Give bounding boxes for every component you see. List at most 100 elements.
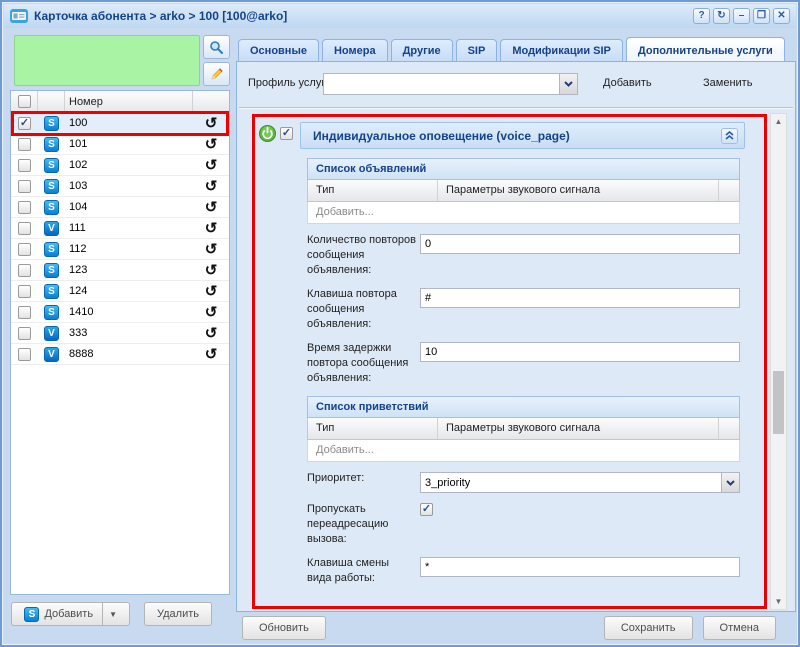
search-text-area[interactable]	[14, 35, 200, 86]
history-icon[interactable]: ↺	[193, 284, 229, 299]
list-item[interactable]: ✓S112↺	[11, 239, 229, 260]
row-checkbox[interactable]: ✓	[18, 243, 31, 256]
tab-основные[interactable]: Основные	[238, 39, 319, 62]
help-button[interactable]: ?	[693, 8, 710, 24]
row-checkbox[interactable]: ✓	[18, 222, 31, 235]
tab-модификации-sip[interactable]: Модификации SIP	[500, 39, 623, 62]
list-item[interactable]: ✓S100↺	[11, 113, 229, 134]
subscriber-rows: ✓S100↺✓S101↺✓S102↺✓S103↺✓S104↺✓V111↺✓S11…	[11, 113, 229, 365]
tab-номера[interactable]: Номера	[322, 39, 388, 62]
params-column: Параметры звукового сигнала	[438, 418, 719, 439]
vertical-scrollbar[interactable]: ▲ ▼	[770, 113, 787, 610]
repeat-key-input[interactable]	[420, 288, 740, 308]
list-item[interactable]: ✓S102↺	[11, 155, 229, 176]
work-mode-key-field: Клавиша смены вида работы:	[307, 556, 740, 586]
refresh-button[interactable]: Обновить	[242, 616, 326, 640]
profile-combobox-input[interactable]	[324, 74, 559, 94]
list-item[interactable]: ✓S103↺	[11, 176, 229, 197]
row-checkbox[interactable]: ✓	[18, 264, 31, 277]
subscriber-list: Номер ✓S100↺✓S101↺✓S102↺✓S103↺✓S104↺✓V11…	[10, 90, 230, 595]
repeat-count-input[interactable]	[420, 234, 740, 254]
greetings-add-row[interactable]: Добавить...	[307, 440, 740, 462]
list-item[interactable]: ✓S124↺	[11, 281, 229, 302]
history-icon[interactable]: ↺	[193, 221, 229, 236]
type-column-header[interactable]	[38, 91, 65, 112]
list-item[interactable]: ✓S104↺	[11, 197, 229, 218]
row-checkbox[interactable]: ✓	[18, 138, 31, 151]
search-button[interactable]	[203, 35, 230, 59]
history-column-header[interactable]	[193, 91, 229, 112]
history-icon[interactable]: ↺	[193, 263, 229, 278]
history-icon[interactable]: ↺	[193, 242, 229, 257]
toolbar-divider	[239, 107, 793, 109]
row-checkbox[interactable]: ✓	[18, 285, 31, 298]
row-checkbox[interactable]: ✓	[18, 306, 31, 319]
cancel-label: Отмена	[720, 622, 759, 634]
repeat-count-label: Количество повторов сообщения объявления…	[307, 233, 420, 278]
history-icon[interactable]: ↺	[193, 200, 229, 215]
row-checkbox[interactable]: ✓	[18, 201, 31, 214]
profile-replace-button[interactable]: Заменить	[703, 77, 752, 89]
list-item[interactable]: ✓V333↺	[11, 323, 229, 344]
row-checkbox[interactable]: ✓	[18, 180, 31, 193]
tab-sip[interactable]: SIP	[456, 39, 498, 62]
refresh-window-button[interactable]: ↻	[713, 8, 730, 24]
history-icon[interactable]: ↺	[193, 116, 229, 131]
row-checkbox[interactable]: ✓	[18, 327, 31, 340]
subscriber-number: 124	[65, 285, 193, 297]
priority-combobox-input[interactable]	[421, 473, 721, 492]
header-checkbox[interactable]	[18, 95, 31, 108]
save-button[interactable]: Сохранить	[604, 616, 693, 640]
edit-button[interactable]	[203, 62, 230, 86]
skip-forward-checkbox[interactable]: ✓	[420, 503, 433, 516]
list-item[interactable]: ✓ S 101↺	[11, 134, 229, 155]
profile-add-button[interactable]: Добавить	[603, 77, 652, 89]
scroll-up-arrow-icon[interactable]: ▲	[771, 114, 786, 129]
announcements-table-header: Тип Параметры звукового сигнала	[307, 180, 740, 202]
add-subscriber-button[interactable]: S Добавить ▼	[11, 602, 130, 626]
service-header[interactable]: Индивидуальное оповещение (voice_page)	[300, 122, 745, 149]
repeat-delay-input[interactable]	[420, 342, 740, 362]
history-icon[interactable]: ↺	[193, 305, 229, 320]
history-icon[interactable]: ↺	[193, 137, 229, 152]
minimize-button[interactable]: –	[733, 8, 750, 24]
maximize-button[interactable]: ❒	[753, 8, 770, 24]
tab-другие[interactable]: Другие	[391, 39, 453, 62]
tab-дополнительные-услуги[interactable]: Дополнительные услуги	[626, 37, 785, 62]
window-controls: ? ↻ – ❒ ✕	[693, 8, 790, 24]
list-item[interactable]: ✓V111↺	[11, 218, 229, 239]
subscriber-number: 101	[65, 138, 193, 150]
close-button[interactable]: ✕	[773, 8, 790, 24]
service-content: Индивидуальное оповещение (voice_page) С…	[300, 122, 745, 586]
service-enabled-checkbox[interactable]: ✓	[280, 127, 293, 140]
select-all-checkbox[interactable]	[11, 91, 38, 112]
announcements-add-row[interactable]: Добавить...	[307, 202, 740, 224]
priority-combobox-trigger[interactable]	[721, 473, 739, 492]
type-column: Тип	[308, 180, 438, 201]
sip-badge-icon: S	[44, 137, 59, 152]
number-column-header[interactable]: Номер	[65, 91, 193, 112]
list-item[interactable]: ✓S1410↺	[11, 302, 229, 323]
repeat-count-field: Количество повторов сообщения объявления…	[307, 233, 740, 278]
add-dropdown-arrow-icon[interactable]: ▼	[102, 603, 117, 625]
priority-combobox[interactable]	[420, 472, 740, 493]
profile-combobox[interactable]	[323, 73, 578, 95]
subscriber-number: 123	[65, 264, 193, 276]
list-item[interactable]: ✓V8888↺	[11, 344, 229, 365]
row-checkbox[interactable]: ✓	[18, 348, 31, 361]
history-icon[interactable]: ↺	[193, 158, 229, 173]
cancel-button[interactable]: Отмена	[703, 616, 776, 640]
scrollbar-thumb[interactable]	[773, 371, 784, 434]
row-checkbox[interactable]: ✓	[18, 159, 31, 172]
work-mode-key-input[interactable]	[420, 557, 740, 577]
profile-combobox-trigger[interactable]	[559, 74, 577, 94]
history-icon[interactable]: ↺	[193, 326, 229, 341]
row-checkbox[interactable]: ✓	[18, 117, 31, 130]
collapse-button[interactable]	[721, 128, 738, 144]
history-icon[interactable]: ↺	[193, 347, 229, 362]
scroll-down-arrow-icon[interactable]: ▼	[771, 594, 786, 609]
history-icon[interactable]: ↺	[193, 179, 229, 194]
sip-badge-icon: S	[44, 263, 59, 278]
list-item[interactable]: ✓ S 123↺	[11, 260, 229, 281]
delete-subscriber-button[interactable]: Удалить	[144, 602, 212, 626]
